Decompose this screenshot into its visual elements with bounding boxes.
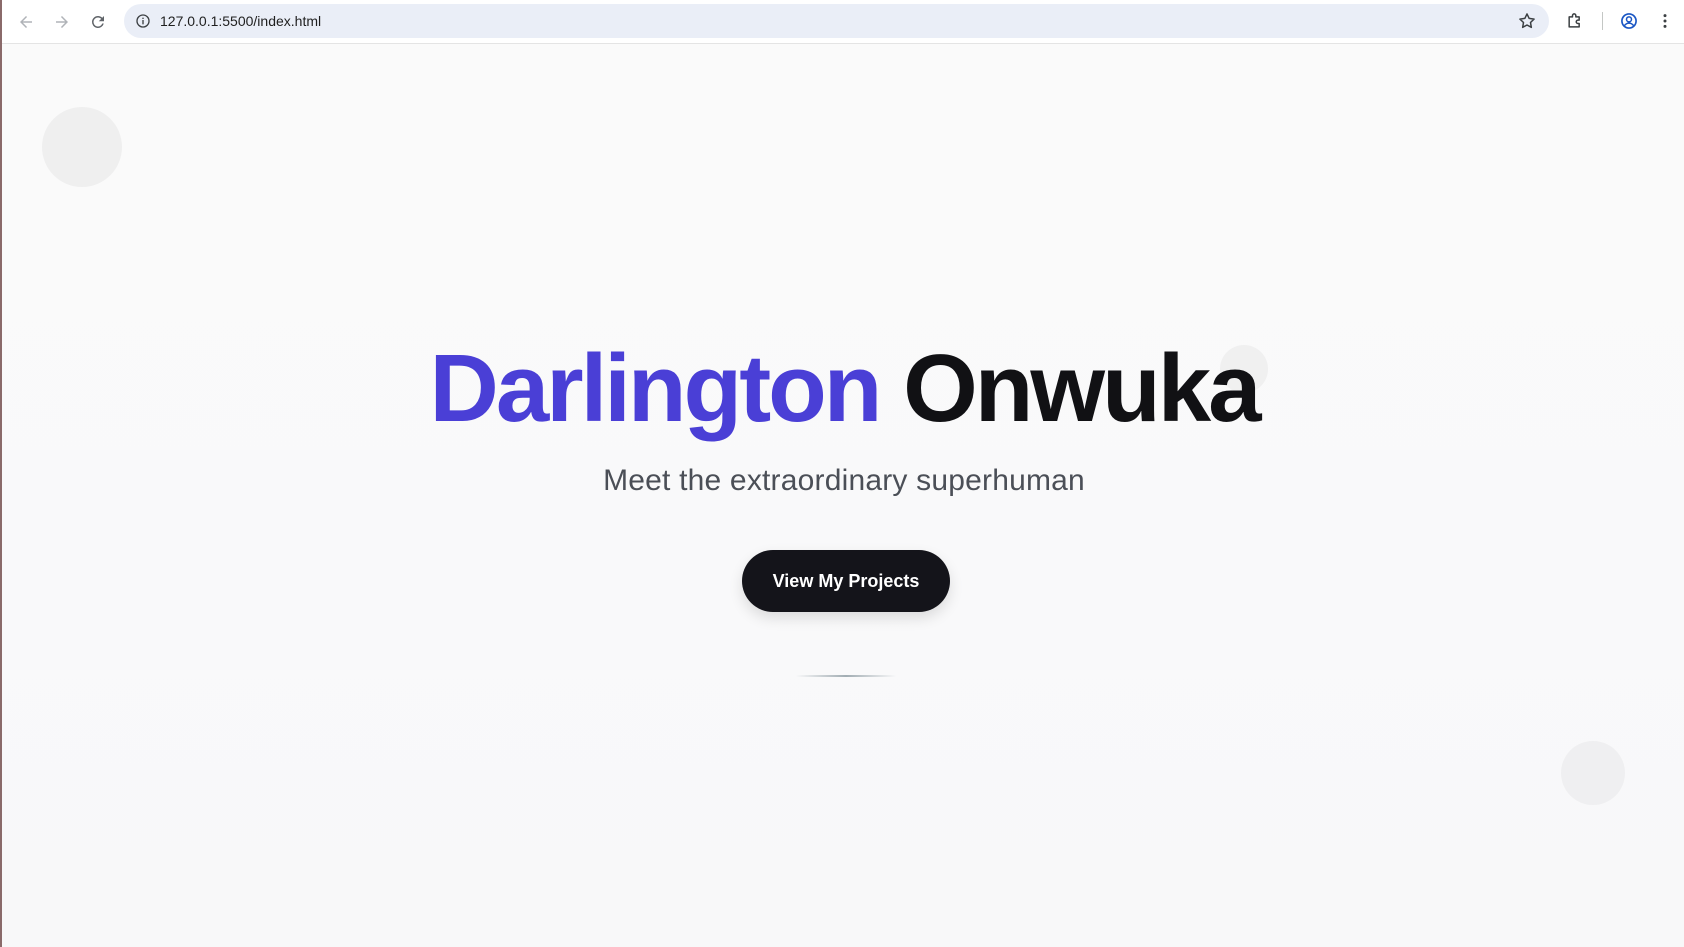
back-button[interactable]	[12, 8, 40, 36]
url-text[interactable]: 127.0.0.1:5500/index.html	[160, 13, 321, 29]
page-content: Darlington Onwuka Meet the extraordinary…	[2, 44, 1684, 947]
forward-button[interactable]	[48, 8, 76, 36]
hero-title: Darlington Onwuka	[2, 336, 1684, 442]
info-icon[interactable]	[132, 10, 154, 32]
arrow-left-icon	[20, 16, 32, 28]
reload-button[interactable]	[84, 8, 112, 36]
browser-window: 127.0.0.1:5500/index.html Darlington Onw…	[0, 0, 1684, 947]
arrow-right-icon	[56, 16, 68, 28]
scroll-indicator-line	[796, 675, 896, 677]
view-projects-button[interactable]: View My Projects	[742, 550, 950, 612]
decorative-circle	[1561, 741, 1625, 805]
decorative-circle	[42, 107, 122, 187]
star-icon[interactable]	[1517, 11, 1537, 31]
kebab-menu-icon[interactable]	[1654, 10, 1676, 32]
address-bar[interactable]: 127.0.0.1:5500/index.html	[124, 4, 1549, 38]
browser-toolbar: 127.0.0.1:5500/index.html	[2, 0, 1684, 44]
hero-first-name: Darlington	[429, 335, 882, 442]
account-circle-icon[interactable]	[1618, 10, 1640, 32]
hero-subtitle: Meet the extraordinary superhuman	[603, 464, 1085, 497]
reload-icon	[91, 15, 104, 28]
toolbar-divider	[1602, 12, 1603, 30]
hero-last-name: Onwuka	[903, 335, 1261, 442]
puzzle-icon[interactable]	[1564, 10, 1586, 32]
